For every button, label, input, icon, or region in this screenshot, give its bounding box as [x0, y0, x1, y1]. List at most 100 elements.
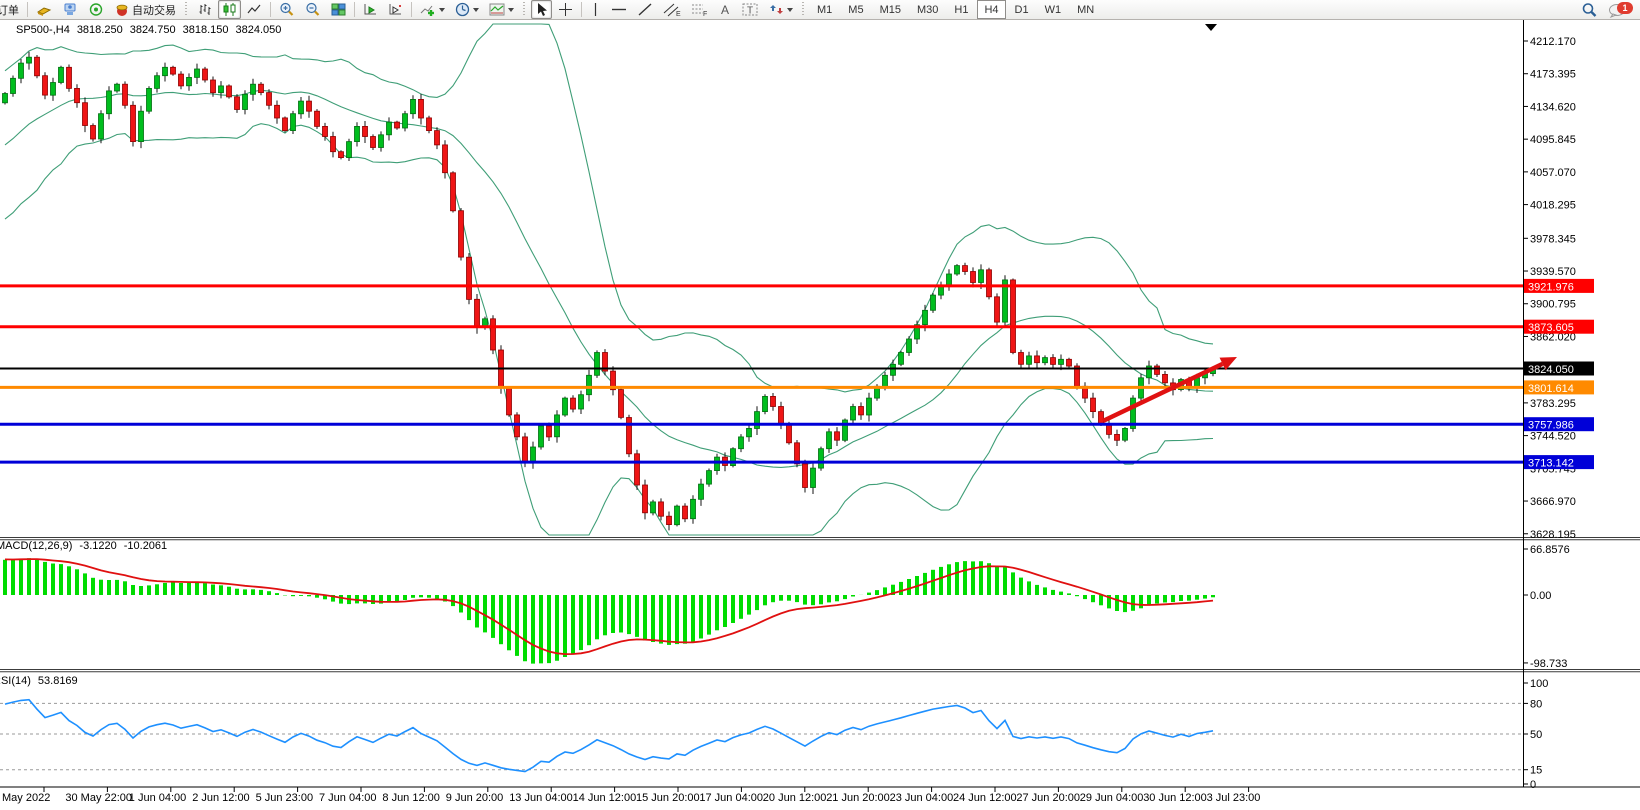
- candle-body: [667, 516, 672, 524]
- fibonacci-icon: F: [691, 2, 709, 17]
- timeframe-button-M5[interactable]: M5: [841, 0, 870, 19]
- candlestick-chart-button[interactable]: [218, 0, 241, 19]
- timeframe-button-H1[interactable]: H1: [947, 0, 975, 19]
- text-button[interactable]: A: [715, 0, 736, 19]
- indicators-button[interactable]: [416, 0, 449, 19]
- candle-body: [435, 131, 440, 145]
- timeframe-button-MN[interactable]: MN: [1070, 0, 1101, 19]
- fibonacci-button[interactable]: F: [687, 0, 713, 19]
- candle-body: [3, 94, 8, 103]
- candle-body: [1027, 356, 1032, 364]
- candle-body: [859, 407, 864, 415]
- indicators-add-icon: [420, 2, 436, 17]
- cursor-button[interactable]: [531, 0, 552, 19]
- candle-body: [291, 114, 296, 131]
- time-axis-label: 3 Jul 23:00: [1207, 792, 1261, 804]
- candle-body: [379, 135, 384, 148]
- candle-body: [563, 398, 568, 415]
- zoom-in-button[interactable]: [275, 0, 299, 19]
- bar-chart-button[interactable]: [193, 0, 216, 19]
- candle-body: [259, 84, 264, 92]
- candle-body: [523, 437, 528, 462]
- channel-icon: E: [663, 2, 681, 17]
- chart-canvas[interactable]: 4212.1704173.3954134.6204095.8454057.070…: [0, 0, 1640, 810]
- candle-body: [851, 407, 856, 421]
- dropdown-arrow-icon: [439, 8, 445, 12]
- equidistant-channel-button[interactable]: E: [659, 0, 685, 19]
- candle-body: [803, 464, 808, 488]
- separator: [270, 2, 271, 17]
- timeframe-button-M30[interactable]: M30: [910, 0, 945, 19]
- drag-handle[interactable]: [522, 2, 527, 17]
- candle-body: [747, 428, 752, 436]
- vertical-line-button[interactable]: [586, 0, 605, 19]
- search-button[interactable]: [1577, 0, 1602, 19]
- toolbar: 订单 自动交易: [0, 0, 1640, 20]
- signals-button[interactable]: [84, 0, 108, 19]
- crosshair-icon: [558, 2, 573, 17]
- price-tick-label: 4212.170: [1530, 36, 1576, 48]
- price-line-label: 3824.050: [1528, 364, 1574, 376]
- orders-button[interactable]: 订单: [0, 0, 23, 19]
- timeframe-button-H4[interactable]: H4: [977, 0, 1005, 19]
- candle-body: [515, 415, 520, 437]
- candle-body: [987, 270, 992, 297]
- candle-body: [1043, 358, 1048, 363]
- candle-body: [363, 126, 368, 136]
- timeframe-button-W1[interactable]: W1: [1038, 0, 1069, 19]
- zoom-in-icon: [279, 2, 295, 17]
- line-chart-button[interactable]: [243, 0, 266, 19]
- chat-button[interactable]: 1: [1604, 0, 1636, 19]
- trendline-button[interactable]: [633, 0, 657, 19]
- candle-body: [235, 97, 240, 110]
- candle-body: [11, 78, 16, 93]
- line-chart-icon: [247, 2, 262, 17]
- drag-handle[interactable]: [801, 2, 806, 17]
- autotrading-button[interactable]: 自动交易: [110, 0, 180, 19]
- candle-body: [1051, 358, 1056, 365]
- time-axis-label: 30 Jun 12:00: [1143, 792, 1207, 804]
- candle-body: [323, 126, 328, 136]
- candle-body: [1155, 366, 1160, 374]
- macd-main-value: -3.1220: [79, 540, 116, 552]
- open-value: 3818.250: [77, 24, 123, 36]
- crosshair-button[interactable]: [554, 0, 577, 19]
- periods-button[interactable]: [451, 0, 483, 19]
- zoom-out-button[interactable]: [301, 0, 325, 19]
- community-button[interactable]: [58, 0, 82, 19]
- candle-body: [203, 69, 208, 80]
- text-label-button[interactable]: T: [738, 0, 763, 19]
- price-tick-label: 4057.070: [1530, 167, 1576, 179]
- horizontal-line-button[interactable]: [607, 0, 631, 19]
- price-line-label: 3873.605: [1528, 322, 1574, 334]
- candle-body: [19, 63, 24, 78]
- price-tick-label: 4173.395: [1530, 69, 1576, 81]
- candle-body: [683, 506, 688, 519]
- rsi-axis-label: 15: [1530, 765, 1542, 777]
- new-order-button[interactable]: [32, 0, 56, 19]
- candle-body: [139, 111, 144, 141]
- auto-scroll-button[interactable]: [359, 0, 382, 19]
- price-tick-label: 3744.520: [1530, 431, 1576, 443]
- time-axis-label: 30 May 22:00: [65, 792, 132, 804]
- candle-body: [947, 274, 952, 285]
- candle-body: [35, 57, 40, 76]
- timeframe-button-M15[interactable]: M15: [873, 0, 908, 19]
- candle-body: [467, 257, 472, 299]
- candle-body: [83, 103, 88, 126]
- time-axis-label: 21 Jun 20:00: [826, 792, 890, 804]
- drag-handle[interactable]: [184, 2, 189, 17]
- templates-button[interactable]: [485, 0, 518, 19]
- arrows-button[interactable]: [765, 0, 797, 19]
- chart-shift-button[interactable]: [384, 0, 407, 19]
- candle-body: [419, 99, 424, 118]
- candle-body: [427, 118, 432, 131]
- timeframe-button-M1[interactable]: M1: [810, 0, 839, 19]
- chart-shift-marker: [1205, 24, 1217, 31]
- price-tick-label: 3978.345: [1530, 233, 1576, 245]
- rsi-axis-label: 0: [1530, 779, 1536, 791]
- time-axis-label: 7 Jun 04:00: [319, 792, 377, 804]
- rsi-axis-label: 80: [1530, 698, 1542, 710]
- timeframe-button-D1[interactable]: D1: [1008, 0, 1036, 19]
- tile-windows-button[interactable]: [327, 0, 350, 19]
